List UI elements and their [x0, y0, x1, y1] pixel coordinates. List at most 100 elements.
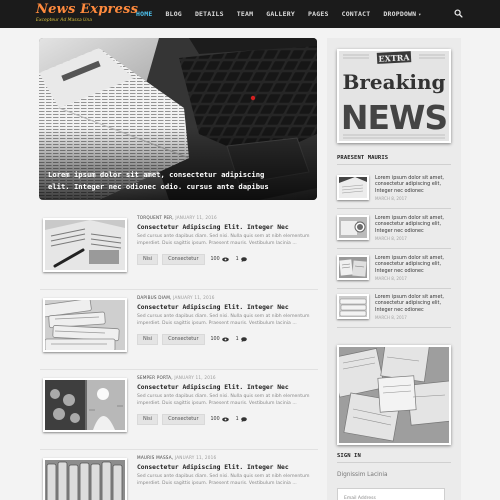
- post-date: JANUARY 11, 2016: [175, 215, 217, 220]
- comments-count[interactable]: 1: [236, 417, 247, 422]
- eye-icon: [221, 257, 229, 262]
- recent-post-date: MARCH 8, 2017: [375, 315, 407, 320]
- recent-post-item[interactable]: Lorem ipsum dolor sit amet, consectetur …: [337, 215, 451, 249]
- recent-post-thumbnail[interactable]: [337, 255, 369, 280]
- comments-count[interactable]: 1: [236, 257, 247, 262]
- comment-icon: [240, 257, 247, 262]
- comments-count[interactable]: 1: [236, 337, 247, 342]
- nav-item-contact[interactable]: CONTACT: [342, 0, 371, 28]
- recent-image-cup-paper: [339, 217, 367, 238]
- recent-post-date: MARCH 8, 2017: [375, 276, 407, 281]
- post-meta: SEMPER PORTA, JANUARY 11, 2016: [137, 375, 317, 380]
- recent-post-text[interactable]: Lorem ipsum dolor sit amet, consectetur …: [375, 255, 451, 274]
- post-thumbnail[interactable]: [43, 378, 127, 432]
- post-tags: Nisi Consectetur 100 1: [137, 413, 317, 425]
- logo-title: News Express: [36, 2, 139, 17]
- email-field[interactable]: Email Address: [337, 488, 445, 500]
- recent-post-thumbnail[interactable]: [337, 175, 369, 200]
- breaking-news-text: NEWS: [341, 98, 447, 137]
- recent-divider: [337, 288, 451, 289]
- recent-post-item[interactable]: Lorem ipsum dolor sit amet, consectetur …: [337, 255, 451, 289]
- recent-post-thumbnail[interactable]: [337, 215, 369, 240]
- nav-item-blog[interactable]: BLOG: [165, 0, 181, 28]
- hero-slider[interactable]: Lorem ipsum dolor sit amet, consectetur …: [39, 38, 317, 200]
- post-meta: MAURIS MASSA, JANUARY 11, 2016: [137, 455, 317, 460]
- post-author[interactable]: TORQUENT PER,: [137, 215, 174, 220]
- logo-subtitle: Excepteur Ad Massa Una: [36, 18, 93, 23]
- heading-rule: [337, 462, 451, 463]
- views-count: 100: [211, 257, 229, 262]
- post-date: JANUARY 11, 2016: [174, 455, 217, 460]
- comments-value: 1: [235, 256, 239, 262]
- post-thumbnail[interactable]: [43, 298, 127, 352]
- nav-item-pages[interactable]: PAGES: [308, 0, 329, 28]
- tag-nisi[interactable]: Nisi: [137, 253, 159, 265]
- post-tags: Nisi Consectetur 100 1: [137, 253, 317, 265]
- post-thumbnail[interactable]: [43, 458, 127, 500]
- sidebar-newspaper-photo[interactable]: [337, 345, 451, 445]
- post-body: SEMPER PORTA, JANUARY 11, 2016 Consectet…: [137, 375, 317, 425]
- search-icon[interactable]: [454, 9, 463, 18]
- post-image-newspaper-stack: [45, 300, 125, 350]
- tag-consectetur[interactable]: Consectetur: [162, 253, 205, 265]
- nav-item-dropdown[interactable]: DROPDOWN ▾: [383, 0, 421, 28]
- post-author[interactable]: SEMPER PORTA,: [137, 375, 173, 380]
- recent-post-text[interactable]: Lorem ipsum dolor sit amet, consectetur …: [375, 294, 451, 313]
- post-body: DAPIBUS DIAM, JANUARY 11, 2016 Consectet…: [137, 295, 317, 345]
- post-date: JANUARY 11, 2016: [173, 295, 215, 300]
- views-value: 100: [210, 416, 220, 422]
- recent-post-item[interactable]: Lorem ipsum dolor sit amet, consectetur …: [337, 175, 451, 209]
- post-divider: [40, 369, 318, 370]
- nav-item-team[interactable]: TEAM: [237, 0, 253, 28]
- views-value: 100: [210, 336, 220, 342]
- recent-post-thumbnail[interactable]: [337, 294, 369, 319]
- post-item: DAPIBUS DIAM, JANUARY 11, 2016 Consectet…: [43, 295, 318, 364]
- views-count: 100: [211, 417, 229, 422]
- views-value: 100: [210, 256, 220, 262]
- post-title[interactable]: Consectetur Adipiscing Elit. Integer Nec: [137, 304, 317, 311]
- post-author[interactable]: DAPIBUS DIAM,: [137, 295, 172, 300]
- eye-icon: [221, 417, 229, 422]
- post-meta: DAPIBUS DIAM, JANUARY 11, 2016: [137, 295, 317, 300]
- breaking-word-text: Breaking: [342, 70, 445, 94]
- heading-rule: [337, 164, 451, 165]
- recent-image-folded-paper: [339, 296, 367, 317]
- nav-item-gallery[interactable]: GALLERY: [266, 0, 295, 28]
- breaking-news-image[interactable]: EXTRA Breaking NEWS: [337, 49, 451, 143]
- tag-nisi[interactable]: Nisi: [137, 413, 159, 425]
- nav-item-details[interactable]: DETAILS: [195, 0, 224, 28]
- post-meta: TORQUENT PER, JANUARY 11, 2016: [137, 215, 317, 220]
- post-excerpt: Sed cursus ante dapibus diam. Sed nisi. …: [137, 394, 310, 407]
- recent-post-text[interactable]: Lorem ipsum dolor sit amet, consectetur …: [375, 215, 451, 234]
- recent-post-date: MARCH 8, 2017: [375, 236, 407, 241]
- post-excerpt: Sed cursus ante dapibus diam. Sed nisi. …: [137, 314, 310, 327]
- post-thumbnail[interactable]: [43, 218, 127, 272]
- post-divider: [40, 449, 318, 450]
- post-title[interactable]: Consectetur Adipiscing Elit. Integer Nec: [137, 464, 317, 471]
- nav-dropdown-label: DROPDOWN: [383, 10, 417, 18]
- post-title[interactable]: Consectetur Adipiscing Elit. Integer Nec: [137, 384, 317, 391]
- sidebar: EXTRA Breaking NEWS PRAESENT MAURIS Lore…: [327, 38, 461, 500]
- views-count: 100: [211, 337, 229, 342]
- post-date: JANUARY 11, 2016: [174, 375, 216, 380]
- tag-nisi[interactable]: Nisi: [137, 333, 159, 345]
- tag-consectetur[interactable]: Consectetur: [162, 413, 205, 425]
- nav-item-home[interactable]: HOME: [136, 0, 152, 28]
- post-divider: [40, 289, 318, 290]
- comment-icon: [240, 337, 247, 342]
- signin-label: Dignissim Lacinia: [337, 472, 388, 478]
- signin-heading: SIGN IN: [337, 453, 361, 459]
- site-logo[interactable]: News Express Excepteur Ad Massa Una: [36, 3, 138, 24]
- recent-image-newspapers: [339, 257, 367, 278]
- post-title[interactable]: Consectetur Adipiscing Elit. Integer Nec: [137, 224, 317, 231]
- post-author[interactable]: MAURIS MASSA,: [137, 455, 173, 460]
- comment-icon: [240, 417, 247, 422]
- recent-post-text[interactable]: Lorem ipsum dolor sit amet, consectetur …: [375, 175, 451, 194]
- post-image-newspaper-pen: [45, 220, 125, 270]
- recent-posts-heading: PRAESENT MAURIS: [337, 155, 389, 161]
- post-image-newspaper-rolls: [45, 460, 125, 500]
- recent-divider: [337, 208, 451, 209]
- newspapers-collage-image: [339, 347, 449, 443]
- tag-consectetur[interactable]: Consectetur: [162, 333, 205, 345]
- recent-post-item[interactable]: Lorem ipsum dolor sit amet, consectetur …: [337, 294, 451, 328]
